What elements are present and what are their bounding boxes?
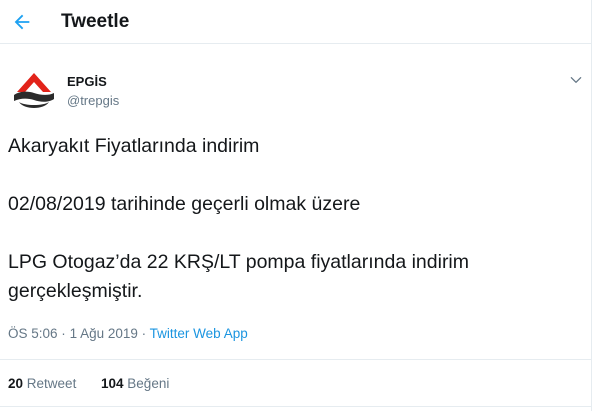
arrow-left-icon — [14, 14, 30, 30]
chevron-down-icon — [570, 77, 582, 83]
tweet-line: Akaryakıt Fiyatlarında indirim — [8, 135, 260, 157]
tweet-time[interactable]: ÖS 5:06 — [8, 326, 58, 341]
author-name[interactable]: EPGİS — [67, 74, 107, 89]
tweet-text: Akaryakıt Fiyatlarında indirim 02/08/201… — [8, 132, 578, 306]
tweet-stats: 20 Retweet 104 Beğeni — [0, 359, 591, 411]
tweet-line: LPG Otogaz’da 22 KRŞ/LT pompa fiyatların… — [8, 251, 470, 302]
meta-separator: · — [141, 326, 147, 341]
tweet-date[interactable]: 1 Ağu 2019 — [70, 326, 138, 341]
retweet-count: 20 — [8, 376, 24, 391]
column-divider — [591, 0, 592, 411]
tweet-meta: ÖS 5:06 · 1 Ağu 2019 · Twitter Web App — [8, 326, 248, 341]
author-handle[interactable]: @trepgis — [67, 93, 119, 108]
page-title: Tweetle — [61, 11, 130, 32]
tweet-line: 02/08/2019 tarihinde geçerli olmak üzere — [8, 193, 361, 215]
like-label: Beğeni — [127, 376, 170, 391]
avatar[interactable] — [10, 68, 58, 116]
stats-divider — [0, 406, 591, 407]
like-count: 104 — [101, 376, 124, 391]
epgis-logo — [11, 69, 57, 115]
tweet-menu-button[interactable] — [566, 70, 586, 90]
like-stat[interactable]: 104 Beğeni — [101, 376, 169, 391]
retweet-label: Retweet — [26, 376, 77, 391]
meta-separator: · — [61, 326, 66, 341]
top-bar: Tweetle — [0, 0, 591, 44]
source-link[interactable]: Twitter Web App — [150, 326, 248, 341]
retweet-stat[interactable]: 20 Retweet — [8, 376, 76, 391]
back-button[interactable] — [4, 4, 40, 40]
